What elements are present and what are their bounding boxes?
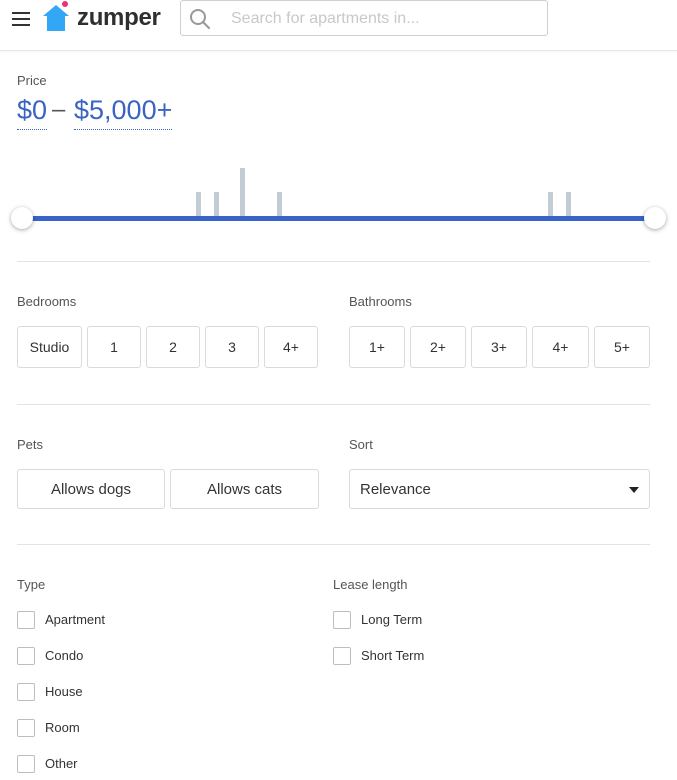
divider	[17, 544, 650, 545]
lease-length-label: Lease length	[333, 577, 408, 592]
histogram-bar	[214, 192, 219, 217]
sort-select[interactable]: Relevance	[349, 469, 650, 509]
bathrooms-option-3plus[interactable]: 3+	[471, 326, 527, 368]
search-icon[interactable]	[189, 8, 211, 30]
price-label: Price	[17, 73, 47, 88]
bedrooms-option-1[interactable]: 1	[87, 326, 141, 368]
price-slider-max-handle[interactable]	[644, 207, 666, 229]
divider	[17, 404, 650, 405]
checkbox-label: Condo	[45, 648, 84, 663]
chevron-down-icon	[629, 487, 639, 493]
histogram-bar	[240, 168, 245, 217]
type-label: Type	[17, 577, 46, 592]
zumper-logo-icon[interactable]	[40, 0, 74, 36]
checkbox[interactable]	[17, 755, 35, 773]
checkbox[interactable]	[333, 611, 351, 629]
search-input[interactable]	[229, 7, 533, 31]
histogram-bar	[277, 192, 282, 217]
bathrooms-label: Bathrooms	[349, 294, 412, 309]
histogram-bar	[196, 192, 201, 217]
price-max-value[interactable]: $5,000+	[74, 93, 173, 130]
bathrooms-option-5plus[interactable]: 5+	[594, 326, 650, 368]
checkbox[interactable]	[17, 719, 35, 737]
price-slider-track[interactable]	[22, 216, 655, 221]
bedrooms-option-4plus[interactable]: 4+	[264, 326, 318, 368]
checkbox-label: Other	[45, 756, 78, 771]
bedrooms-label: Bedrooms	[17, 294, 77, 309]
checkbox-label: Long Term	[361, 612, 423, 627]
allows-cats-button[interactable]: Allows cats	[170, 469, 319, 509]
checkbox-label: Apartment	[45, 612, 105, 627]
bathrooms-option-2plus[interactable]: 2+	[410, 326, 466, 368]
menu-icon[interactable]	[12, 10, 32, 28]
checkbox[interactable]	[333, 647, 351, 665]
checkbox[interactable]	[17, 611, 35, 629]
checkbox-label: Room	[45, 720, 80, 735]
price-slider-min-handle[interactable]	[11, 207, 33, 229]
divider	[17, 261, 650, 262]
allows-dogs-button[interactable]: Allows dogs	[17, 469, 165, 509]
sort-label: Sort	[349, 437, 373, 452]
checkbox-label: House	[45, 684, 83, 699]
pets-label: Pets	[17, 437, 44, 452]
histogram-bar	[566, 192, 571, 217]
checkbox[interactable]	[17, 683, 35, 701]
bathrooms-option-1plus[interactable]: 1+	[349, 326, 405, 368]
checkbox[interactable]	[17, 647, 35, 665]
price-separator: –	[52, 96, 66, 123]
top-bar: zumper	[0, 0, 677, 51]
logo-text[interactable]: zumper	[77, 4, 161, 32]
search-box[interactable]	[180, 0, 548, 36]
bedrooms-option-2[interactable]: 2	[146, 326, 200, 368]
histogram-bar	[548, 192, 553, 217]
sort-selected-value: Relevance	[360, 481, 431, 498]
checkbox-label: Short Term	[361, 648, 425, 663]
price-min-value[interactable]: $0	[17, 93, 48, 130]
bedrooms-option-3[interactable]: 3	[205, 326, 259, 368]
bathrooms-option-4plus[interactable]: 4+	[532, 326, 589, 368]
bedrooms-option-studio[interactable]: Studio	[17, 326, 82, 368]
